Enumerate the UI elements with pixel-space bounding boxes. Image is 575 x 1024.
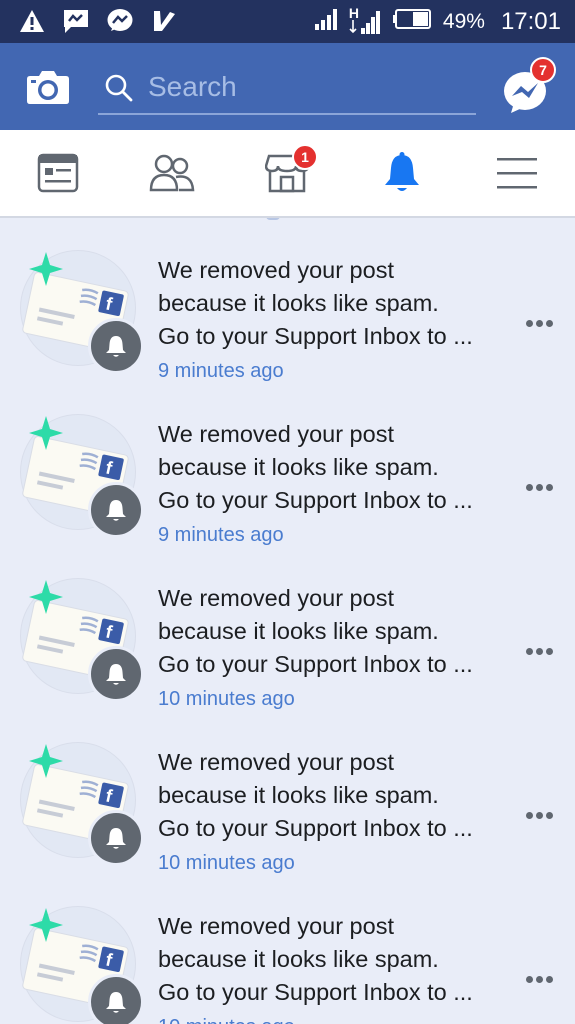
notification-line: Go to your Support Inbox to ...: [158, 979, 473, 1005]
notification-text: We removed your post because it looks lik…: [158, 418, 498, 517]
friends-icon: [149, 154, 195, 192]
top-bar: Search 7: [0, 43, 575, 130]
notification-thumbnail: f: [20, 742, 144, 866]
notification-text: We removed your post because it looks lik…: [158, 254, 498, 353]
signal-h-icon: H: [349, 5, 383, 36]
tab-marketplace[interactable]: 1: [237, 130, 337, 216]
hamburger-menu-icon: [497, 158, 537, 189]
search-placeholder: Search: [148, 71, 237, 102]
more-dots-icon: [526, 806, 556, 823]
messenger-button[interactable]: 7: [502, 57, 556, 117]
notification-text: We removed your post because it looks lik…: [158, 582, 498, 681]
notification-line: Go to your Support Inbox to ...: [158, 815, 473, 841]
more-options-button[interactable]: [526, 970, 558, 983]
message-square-icon: [62, 8, 90, 34]
battery-icon: [392, 8, 433, 35]
news-feed-icon: [37, 153, 79, 193]
tab-news-feed[interactable]: [8, 130, 108, 216]
notification-line: We removed your post: [158, 749, 394, 775]
notification-time: 9 minutes ago: [158, 360, 284, 382]
camera-icon[interactable]: [26, 69, 70, 105]
notification-time: 10 minutes ago: [158, 1016, 295, 1024]
status-notification-icons: [18, 8, 178, 34]
signal-icon: [313, 7, 339, 36]
notification-thumbnail: f: [20, 414, 144, 538]
more-options-button[interactable]: [526, 642, 558, 655]
tab-friends[interactable]: [122, 130, 222, 216]
notification-line: because it looks like spam.: [158, 618, 439, 644]
search-field[interactable]: Search: [98, 65, 476, 115]
notification-line: We removed your post: [158, 585, 394, 611]
notification-list: f We removed your post because it looks li…: [0, 218, 575, 1024]
marketplace-badge: 1: [292, 144, 318, 170]
battery-percent: 49%: [442, 9, 485, 33]
more-dots-icon: [526, 970, 556, 987]
more-options-button[interactable]: [526, 806, 558, 819]
bell-badge-icon: [88, 318, 144, 374]
notification-thumbnail: f: [20, 906, 144, 1024]
notification-line: We removed your post: [158, 913, 394, 939]
check-flag-icon: [150, 8, 178, 34]
bell-badge-icon: [88, 810, 144, 866]
messenger-icon: [106, 8, 134, 34]
more-dots-icon: [526, 314, 556, 331]
clock: 17:01: [500, 7, 561, 35]
status-right: H 49% 17:01: [313, 5, 561, 36]
warning-icon: [18, 8, 46, 34]
notification-line: because it looks like spam.: [158, 946, 439, 972]
more-dots-icon: [526, 478, 556, 495]
notification-line: Go to your Support Inbox to ...: [158, 487, 473, 513]
status-bar: H 49% 17:01: [0, 0, 575, 43]
notification-line: because it looks like spam.: [158, 290, 439, 316]
search-icon: [104, 73, 134, 108]
more-dots-icon: [526, 642, 556, 659]
bell-badge-icon: [88, 646, 144, 702]
notification-thumbnail: f: [20, 250, 144, 374]
notification-line: We removed your post: [158, 421, 394, 447]
tab-notifications[interactable]: [352, 130, 452, 216]
notification-item[interactable]: f We removed your post because it looks li…: [0, 710, 575, 874]
notification-line: Go to your Support Inbox to ...: [158, 651, 473, 677]
bell-badge-icon: [88, 482, 144, 538]
notification-time: 9 minutes ago: [158, 524, 284, 546]
notification-text: We removed your post because it looks lik…: [158, 910, 498, 1009]
notification-line: We removed your post: [158, 257, 394, 283]
notification-line: Go to your Support Inbox to ...: [158, 323, 473, 349]
notification-item[interactable]: f We removed your post because it looks li…: [0, 874, 575, 1024]
nav-bar: 1: [0, 130, 575, 218]
notification-line: because it looks like spam.: [158, 782, 439, 808]
notification-thumbnail: f: [20, 578, 144, 702]
messenger-badge: 7: [530, 57, 556, 83]
bell-badge-icon: [88, 974, 144, 1024]
more-options-button[interactable]: [526, 314, 558, 327]
bell-icon: [385, 152, 419, 191]
notification-item[interactable]: f We removed your post because it looks li…: [0, 546, 575, 710]
notification-time: 10 minutes ago: [158, 688, 295, 710]
notification-item[interactable]: f We removed your post because it looks li…: [0, 218, 575, 382]
tab-menu[interactable]: [467, 130, 567, 216]
more-options-button[interactable]: [526, 478, 558, 491]
notification-line: because it looks like spam.: [158, 454, 439, 480]
notification-item[interactable]: f We removed your post because it looks li…: [0, 382, 575, 546]
notification-time: 10 minutes ago: [158, 852, 295, 874]
notification-text: We removed your post because it looks lik…: [158, 746, 498, 845]
